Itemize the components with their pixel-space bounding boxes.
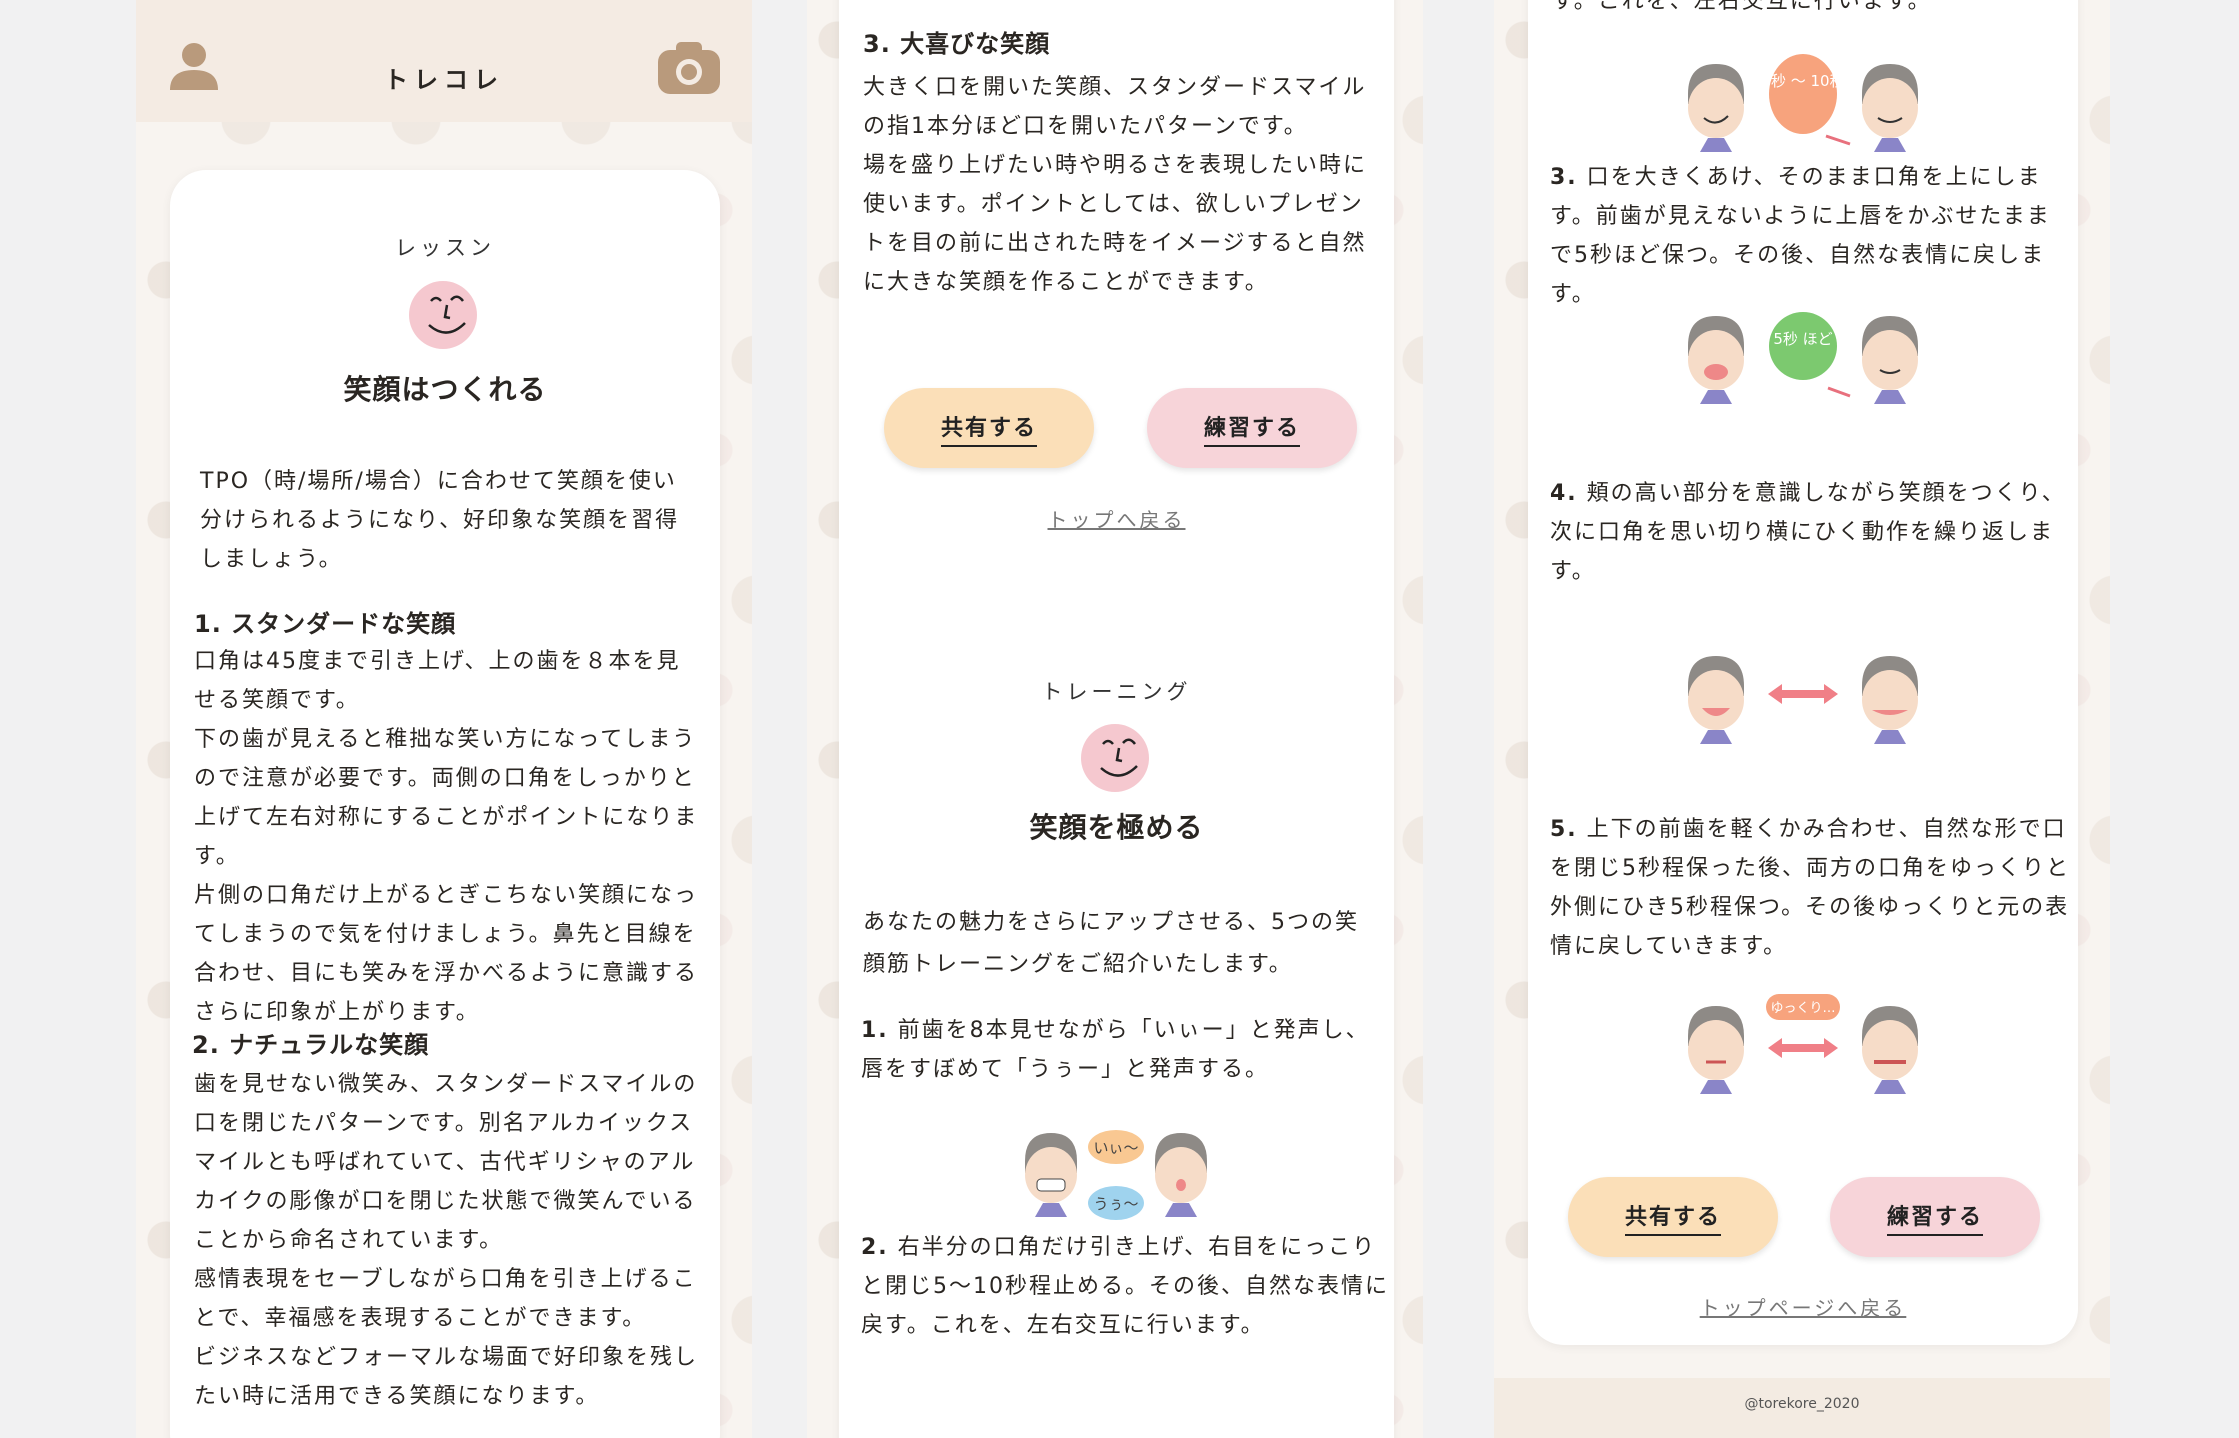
smile-face-icon (409, 281, 477, 349)
training-eyebrow: トレーニング (1041, 680, 1192, 704)
bubble-5sec: 5秒 ほど (1773, 330, 1832, 348)
section-1-heading: 1. スタンダードな笑顔 (194, 610, 457, 638)
step-2-text: 右半分の口角だけ引き上げ、右目をにっこりと閉じ5～10秒程止める。その後、自然な… (861, 1235, 1389, 1338)
training-title: 笑顔を極める (1029, 811, 1204, 844)
lesson-title: 笑顔はつくれる (343, 373, 547, 406)
training-card: す。これを、左右交互に行います。 5秒 ～ 10秒 3. 口を大きくあけ、そのま… (1528, 0, 2078, 1345)
lesson-intro: TPO（時/場所/場合）に合わせて笑顔を使い分けられるようになり、好印象な笑顔を… (200, 469, 680, 572)
bubble-uu: うぅ〜 (1093, 1195, 1138, 1213)
practice-button[interactable]: 練習する (1830, 1177, 2040, 1257)
bubble-ii: いぃ〜 (1093, 1139, 1138, 1157)
step-4-number: 4. (1550, 481, 1578, 506)
section-1-body: 口角は45度まで引き上げ、上の歯を８本を見せる笑顔です。 下の歯が見えると稚拙な… (194, 649, 699, 1025)
share-button[interactable]: 共有する (1568, 1177, 1778, 1257)
step-2-number: 2. (861, 1235, 889, 1260)
share-button[interactable]: 共有する (884, 388, 1094, 468)
step-4-illustration (1688, 656, 1918, 744)
lesson-card-continued: 3. 大喜びな笑顔 大きく口を開いた笑顔、スタンダードスマイルの指1本分ほど口を… (839, 0, 1394, 1438)
step-1-illustration: いぃ〜 うぅ〜 (1025, 1130, 1207, 1220)
step-5-number: 5. (1550, 817, 1578, 842)
step-5-text: 上下の前歯を軽くかみ合わせ、自然な形で口を閉じ5秒程保った後、両方の口角をゆっく… (1550, 817, 2070, 959)
section-2-heading: 2. ナチュラルな笑顔 (192, 1031, 430, 1059)
bubble-slowly: ゆっくり… (1770, 1001, 1835, 1016)
step-2-tail: す。これを、左右交互に行います。 (1552, 0, 1932, 14)
step-1-number: 1. (861, 1018, 889, 1043)
step-1: 1. 前歯を8本見せながら「いぃー」と発声し、唇をすぼめて「うぅー」と発声する。 (861, 1011, 1381, 1089)
step-5: 5. 上下の前歯を軽くかみ合わせ、自然な形で口を閉じ5秒程保った後、両方の口角を… (1550, 810, 2080, 966)
practice-button-label: 練習する (1886, 1199, 1983, 1236)
step-3-number: 3. (1550, 165, 1578, 190)
lesson-eyebrow: レッスン (395, 236, 495, 260)
lesson-screen: トレコレ レッスン 笑顔はつくれる TPO（時/場所/場合）に合わせて笑顔を使い… (136, 0, 752, 1438)
back-to-top-page-link[interactable]: トップページへ戻る (1528, 1292, 2078, 1321)
app-header: トレコレ (136, 0, 752, 122)
step-3-illustration: 5秒 ほど (1688, 312, 1918, 404)
step-1-text: 前歯を8本見せながら「いぃー」と発声し、唇をすぼめて「うぅー」と発声する。 (861, 1018, 1370, 1082)
share-button-label: 共有する (1624, 1199, 1721, 1236)
practice-button-label: 練習する (1203, 410, 1300, 447)
step-2-illustration: 5秒 ～ 10秒 (1688, 54, 1918, 152)
section-3-body: 大きく口を開いた笑顔、スタンダードスマイルの指1本分ほど口を開いたパターンです。… (863, 75, 1368, 295)
step-4-text: 頬の高い部分を意識しながら笑顔をつくり、次に口角を思い切り横にひく動作を繰り返し… (1550, 481, 2066, 584)
bubble-5-10: 5秒 ～ 10秒 (1761, 72, 1844, 90)
step-5-illustration: ゆっくり… (1688, 994, 1918, 1094)
practice-button[interactable]: 練習する (1147, 388, 1357, 468)
share-button-label: 共有する (940, 410, 1037, 447)
smile-face-icon (1081, 724, 1149, 792)
step-3-text: 口を大きくあけ、そのまま口角を上にします。前歯が見えないように上唇をかぶせたまま… (1550, 165, 2051, 307)
section-2-body: 歯を見せない微笑み、スタンダードスマイルの口を閉じたパターンです。別名アルカイッ… (194, 1072, 699, 1409)
lesson-card: レッスン 笑顔はつくれる TPO（時/場所/場合）に合わせて笑顔を使い分けられる… (170, 170, 720, 1438)
step-3: 3. 口を大きくあけ、そのまま口角を上にします。前歯が見えないように上唇をかぶせ… (1550, 158, 2070, 314)
training-screen-continued: す。これを、左右交互に行います。 5秒 ～ 10秒 3. 口を大きくあけ、そのま… (1494, 0, 2110, 1438)
camera-icon[interactable] (656, 40, 722, 96)
training-screen: 3. 大喜びな笑顔 大きく口を開いた笑顔、スタンダードスマイルの指1本分ほど口を… (807, 0, 1423, 1438)
training-intro: あなたの魅力をさらにアップさせる、5つの笑顔筋トレーニングをご紹介いたします。 (863, 910, 1359, 977)
step-4: 4. 頬の高い部分を意識しながら笑顔をつくり、次に口角を思い切り横にひく動作を繰… (1550, 474, 2070, 591)
footer-copyright: @torekore_2020 (1494, 1378, 2110, 1438)
back-to-top-link[interactable]: トップへ戻る (839, 504, 1394, 533)
step-2: 2. 右半分の口角だけ引き上げ、右目をにっこりと閉じ5～10秒程止める。その後、… (861, 1228, 1391, 1345)
section-3-heading: 3. 大喜びな笑顔 (863, 30, 1051, 58)
